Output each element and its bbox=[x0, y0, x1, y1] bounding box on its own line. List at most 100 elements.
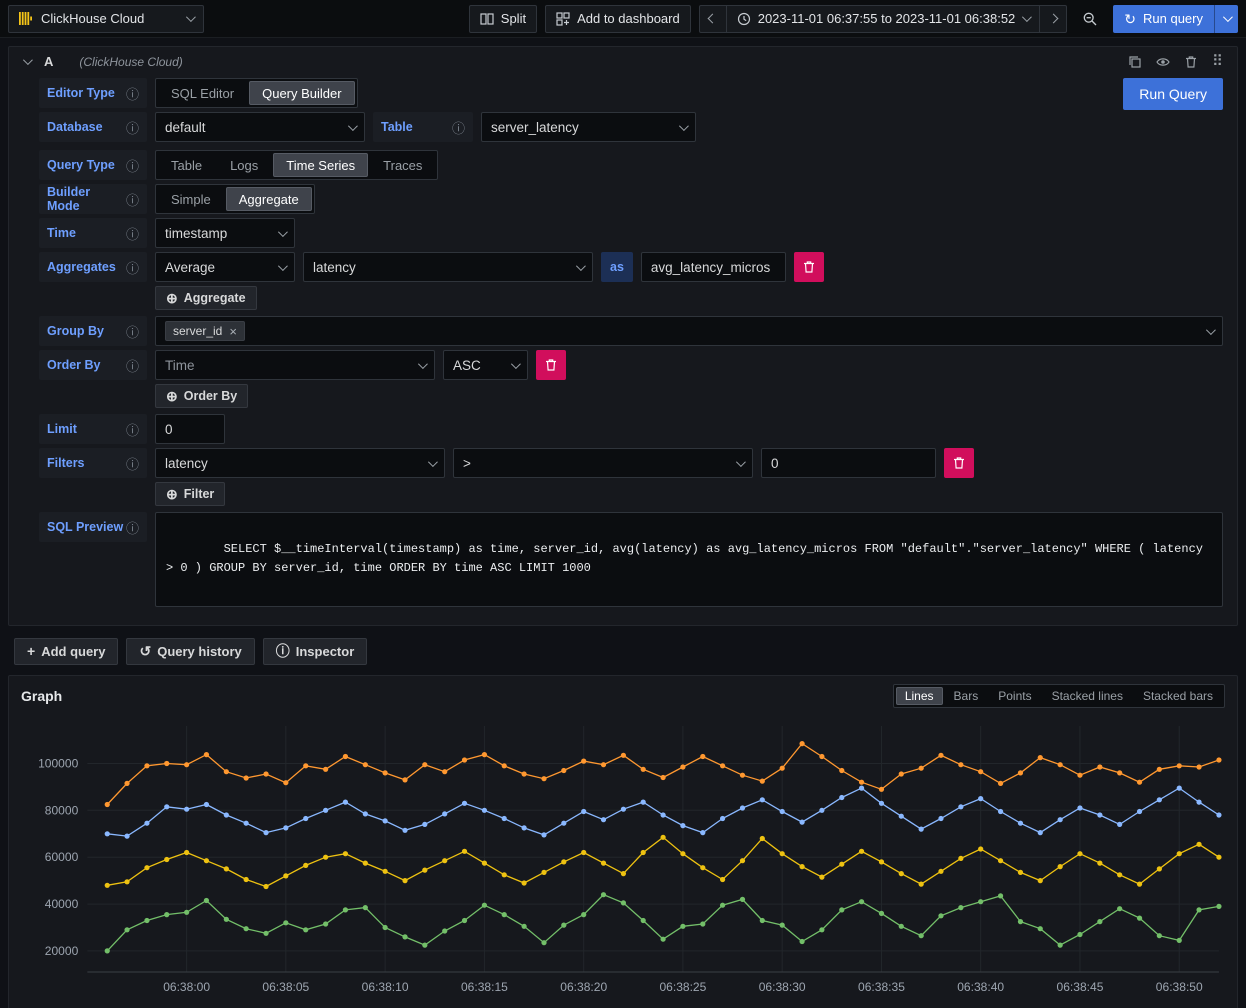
as-badge: as bbox=[601, 252, 633, 282]
query-type-option-table[interactable]: Table bbox=[158, 153, 215, 177]
group-by-label: Group By bbox=[47, 324, 104, 338]
table-select[interactable]: server_latency bbox=[481, 112, 696, 142]
time-column-select[interactable]: timestamp bbox=[155, 218, 295, 248]
drag-handle-icon[interactable]: ⠿ bbox=[1212, 54, 1223, 69]
order-by-field-select[interactable]: Time bbox=[155, 350, 435, 380]
aggregate-alias-input[interactable]: avg_latency_micros bbox=[641, 252, 786, 282]
query-header: A (ClickHouse Cloud) ⠿ bbox=[9, 47, 1237, 74]
remove-filter-button[interactable] bbox=[944, 448, 974, 478]
trash-icon bbox=[952, 456, 966, 470]
query-type-option-traces[interactable]: Traces bbox=[370, 153, 435, 177]
split-button[interactable]: Split bbox=[469, 5, 537, 33]
time-range-button[interactable]: 2023-11-01 06:37:55 to 2023-11-01 06:38:… bbox=[726, 5, 1041, 33]
database-select[interactable]: default bbox=[155, 112, 365, 142]
add-to-dashboard-icon bbox=[556, 12, 570, 26]
chevron-down-icon bbox=[278, 227, 288, 237]
time-range-label: 2023-11-01 06:37:55 to 2023-11-01 06:38:… bbox=[758, 11, 1016, 26]
query-history-label: Query history bbox=[157, 644, 242, 659]
add-to-dashboard-button[interactable]: Add to dashboard bbox=[545, 5, 691, 33]
editor-type-option-query-builder[interactable]: Query Builder bbox=[249, 81, 354, 105]
chevron-right-icon bbox=[1048, 14, 1058, 24]
query-datasource-hint: (ClickHouse Cloud) bbox=[79, 55, 182, 69]
svg-text:80000: 80000 bbox=[45, 803, 79, 817]
eye-icon bbox=[1156, 55, 1170, 69]
svg-text:06:38:40: 06:38:40 bbox=[957, 980, 1004, 994]
filter-operator-value: > bbox=[463, 456, 471, 471]
graph-mode-stacked-lines[interactable]: Stacked lines bbox=[1043, 687, 1132, 705]
limit-input[interactable]: 0 bbox=[155, 414, 225, 444]
info-icon: ⓘ bbox=[126, 84, 139, 103]
graph-mode-stacked-bars[interactable]: Stacked bars bbox=[1134, 687, 1222, 705]
editor-type-option-sql-editor[interactable]: SQL Editor bbox=[158, 81, 247, 105]
query-type-option-logs[interactable]: Logs bbox=[217, 153, 271, 177]
builder-mode-option-aggregate[interactable]: Aggregate bbox=[226, 187, 312, 211]
filter-value-input[interactable]: 0 bbox=[761, 448, 936, 478]
add-query-button[interactable]: + Add query bbox=[14, 638, 118, 665]
filter-value: 0 bbox=[771, 456, 779, 471]
remove-query-button[interactable] bbox=[1184, 55, 1198, 69]
trash-icon bbox=[544, 358, 558, 372]
info-icon: ⓘ bbox=[126, 322, 139, 341]
circle-plus-icon: ⊕ bbox=[166, 389, 178, 403]
time-series-chart[interactable]: 2000040000600008000010000006:38:0006:38:… bbox=[17, 712, 1229, 1004]
filter-field-select[interactable]: latency bbox=[155, 448, 445, 478]
query-type-option-time-series[interactable]: Time Series bbox=[273, 153, 368, 177]
label-sql-preview: SQL Preview ⓘ bbox=[39, 512, 147, 542]
aggregate-function-select[interactable]: Average bbox=[155, 252, 295, 282]
explore-actions: + Add query ↺ Query history ⓘ Inspector bbox=[14, 638, 1238, 665]
graph-mode-bars[interactable]: Bars bbox=[945, 687, 988, 705]
zoom-out-button[interactable] bbox=[1075, 5, 1105, 33]
chevron-down-icon bbox=[1206, 325, 1216, 335]
svg-text:06:38:50: 06:38:50 bbox=[1156, 980, 1203, 994]
svg-text:20000: 20000 bbox=[45, 944, 79, 958]
table-label: Table bbox=[381, 120, 413, 134]
hide-response-button[interactable] bbox=[1156, 55, 1170, 69]
circle-plus-icon: ⊕ bbox=[166, 487, 178, 501]
graph-mode-lines[interactable]: Lines bbox=[896, 687, 943, 705]
info-icon: ⓘ bbox=[126, 454, 139, 473]
database-label: Database bbox=[47, 120, 103, 134]
copy-icon bbox=[1128, 55, 1142, 69]
run-query-dropdown-button[interactable] bbox=[1214, 5, 1238, 33]
limit-label: Limit bbox=[47, 422, 77, 436]
run-query-split-button: ↻ Run query bbox=[1113, 5, 1238, 33]
add-aggregate-button[interactable]: ⊕ Aggregate bbox=[155, 286, 257, 310]
add-filter-button[interactable]: ⊕ Filter bbox=[155, 482, 225, 506]
svg-text:06:38:35: 06:38:35 bbox=[858, 980, 905, 994]
filter-operator-select[interactable]: > bbox=[453, 448, 753, 478]
chevron-down-icon bbox=[278, 261, 288, 271]
trash-icon bbox=[802, 260, 816, 274]
run-query-editor-button[interactable]: Run Query bbox=[1123, 78, 1223, 110]
run-query-label: Run query bbox=[1143, 11, 1203, 26]
builder-mode-option-simple[interactable]: Simple bbox=[158, 187, 224, 211]
query-history-button[interactable]: ↺ Query history bbox=[126, 638, 254, 665]
order-by-direction-select[interactable]: ASC bbox=[443, 350, 528, 380]
collapse-query-icon[interactable] bbox=[23, 55, 33, 65]
builder-mode-label: Builder Mode bbox=[47, 185, 126, 213]
remove-aggregate-button[interactable] bbox=[794, 252, 824, 282]
group-by-tag: server_id × bbox=[165, 321, 245, 341]
aggregate-function-value: Average bbox=[165, 260, 215, 275]
chevron-down-icon bbox=[186, 12, 196, 22]
time-shift-forward-button[interactable] bbox=[1039, 5, 1067, 33]
label-builder-mode: Builder Mode ⓘ bbox=[39, 184, 147, 214]
remove-tag-icon[interactable]: × bbox=[229, 325, 237, 338]
graph-mode-points[interactable]: Points bbox=[989, 687, 1040, 705]
inspector-button[interactable]: ⓘ Inspector bbox=[263, 638, 368, 665]
duplicate-query-button[interactable] bbox=[1128, 55, 1142, 69]
aggregate-column-select[interactable]: latency bbox=[303, 252, 593, 282]
svg-text:100000: 100000 bbox=[38, 756, 79, 770]
add-order-by-label: Order By bbox=[184, 389, 238, 403]
add-order-by-button[interactable]: ⊕ Order By bbox=[155, 384, 248, 408]
label-filters: Filters ⓘ bbox=[39, 448, 147, 478]
svg-text:06:38:25: 06:38:25 bbox=[659, 980, 706, 994]
remove-order-by-button[interactable] bbox=[536, 350, 566, 380]
run-query-button[interactable]: ↻ Run query bbox=[1113, 5, 1214, 33]
limit-value: 0 bbox=[165, 422, 173, 437]
datasource-picker[interactable]: ClickHouse Cloud bbox=[8, 5, 204, 33]
add-query-label: Add query bbox=[41, 644, 105, 659]
time-shift-back-button[interactable] bbox=[699, 5, 727, 33]
group-by-select[interactable]: server_id × bbox=[155, 316, 1223, 346]
label-database: Database ⓘ bbox=[39, 112, 147, 142]
chevron-down-icon bbox=[1223, 12, 1233, 22]
